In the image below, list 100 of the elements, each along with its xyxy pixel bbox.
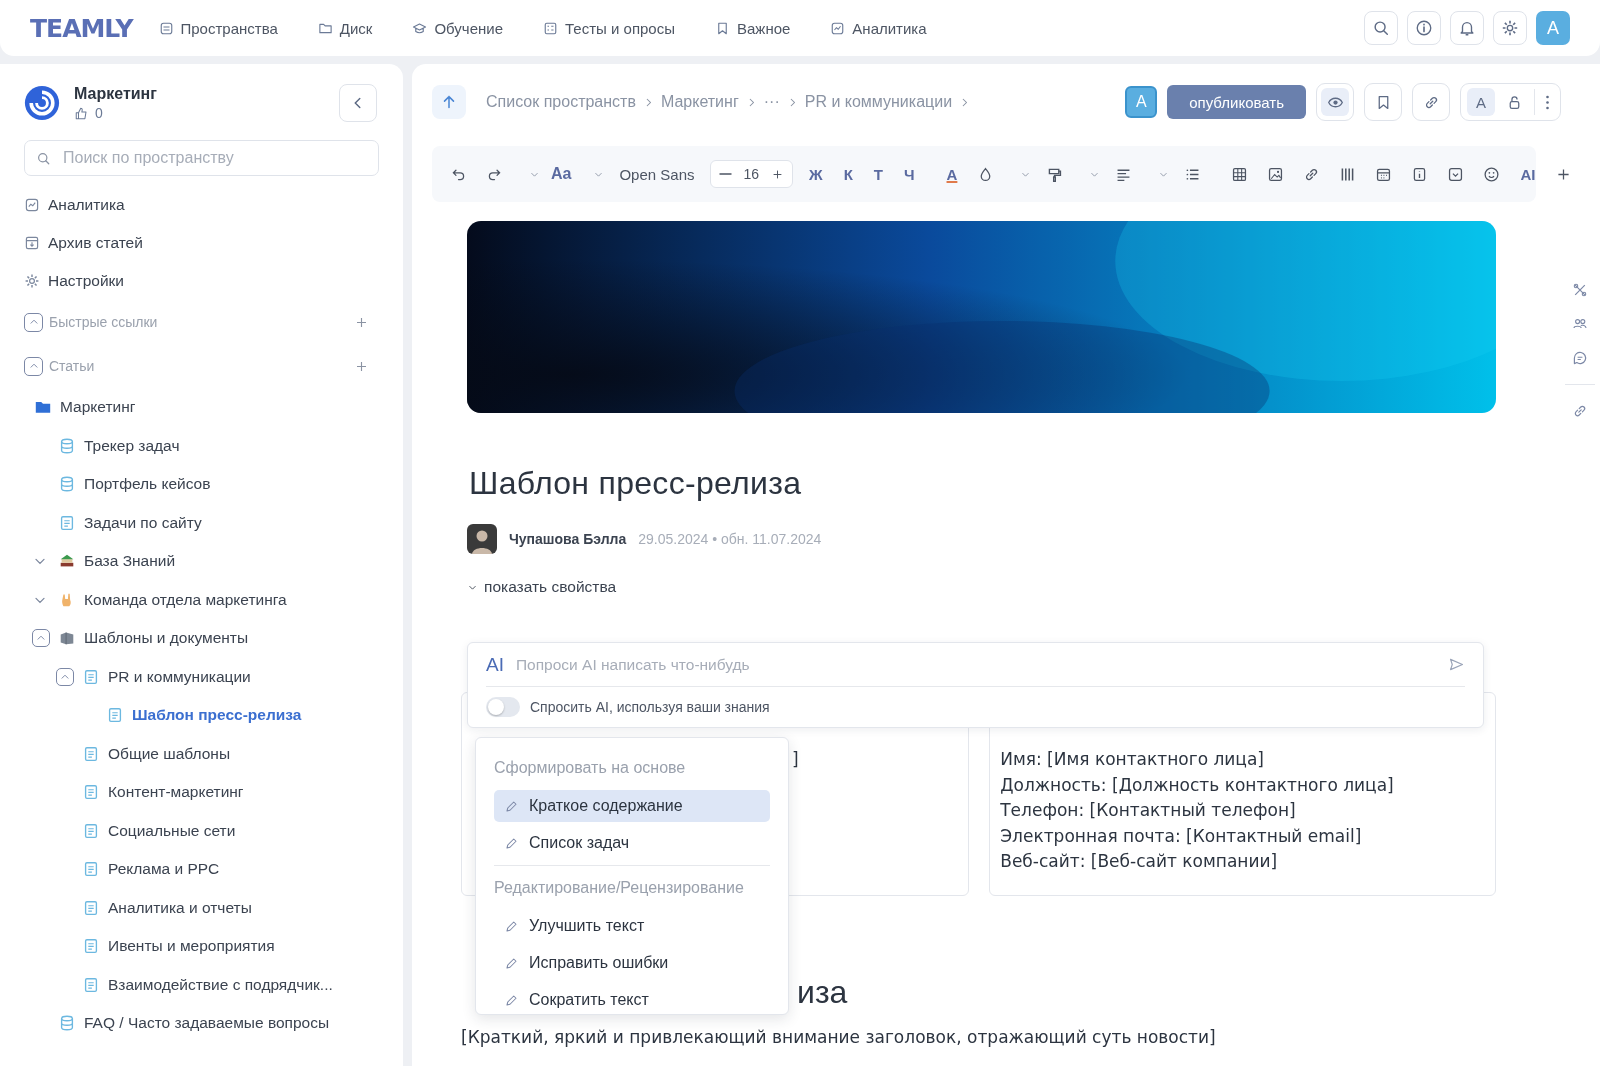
tree-item[interactable]: Аналитика и отчеты [108, 898, 252, 917]
link-icon [1572, 403, 1588, 419]
tree-item[interactable]: Ивенты и мероприятия [108, 937, 275, 956]
section-toggle[interactable] [24, 312, 43, 332]
menu-item[interactable]: Сократить текст [494, 984, 770, 1014]
tree-item[interactable]: База Знаний [84, 552, 176, 571]
menu-item[interactable]: Исправить ошибки [494, 947, 770, 979]
format-button[interactable]: Т [868, 165, 888, 183]
contact-line: Электронная почта: [Контактный email] [1000, 824, 1363, 848]
menu-item[interactable]: Улучшить текст [494, 910, 770, 942]
tree-item[interactable]: Маркетинг [60, 398, 136, 417]
settings-button[interactable] [1493, 11, 1527, 45]
link-button[interactable] [1412, 83, 1450, 121]
ai-prompt-field[interactable]: Попроси AI написать что-нибудь [513, 654, 1438, 675]
menu-item[interactable]: Краткое содержание [494, 790, 770, 822]
tree-item[interactable]: Общие шаблоны [108, 744, 231, 763]
tree-item[interactable]: Социальные сети [108, 821, 236, 840]
sidebar-link[interactable]: Архив статей [48, 234, 143, 252]
section-heading: иза [797, 974, 849, 1011]
page-icon [82, 821, 100, 840]
format-button[interactable]: Ж [804, 165, 828, 183]
page-icon [82, 937, 100, 956]
comments-button[interactable] [1572, 350, 1588, 366]
section-toggle[interactable] [24, 356, 43, 376]
database-icon [58, 1014, 76, 1033]
collapse-toggle[interactable] [32, 629, 50, 648]
page-icon [82, 744, 100, 763]
article-title: Шаблон пресс-релиза [469, 465, 803, 502]
nav-link[interactable]: Диск [339, 19, 373, 37]
toggle-label: Спросить AI, используя ваши знания [530, 699, 770, 715]
viewer-avatar[interactable]: A [1467, 88, 1495, 116]
image-icon [1267, 165, 1285, 183]
ai-label: AI [486, 653, 504, 676]
send-button[interactable] [1448, 656, 1465, 673]
page-icon [82, 667, 100, 686]
search-button[interactable] [1364, 11, 1398, 45]
tree-item[interactable]: Портфель кейсов [84, 475, 211, 494]
menu-group-title: Сформировать на основе [494, 758, 687, 778]
logo[interactable]: TEAMLY [30, 13, 133, 43]
page-icon [58, 513, 76, 532]
ai-button[interactable]: AI [1515, 165, 1541, 183]
notifications-button[interactable] [1450, 11, 1484, 45]
stack-icon [158, 20, 174, 36]
format-button[interactable]: Ч [899, 165, 920, 183]
nav-link[interactable]: Обучение [434, 19, 504, 37]
like-count: 0 [95, 105, 103, 121]
font-size-value[interactable]: 16 [743, 166, 760, 182]
page-icon [82, 975, 100, 994]
more-icon [1546, 93, 1549, 111]
tree-item[interactable]: Шаблоны и документы [84, 629, 249, 648]
pencil-icon [504, 955, 519, 971]
nav-link[interactable]: Тесты и опросы [565, 19, 675, 37]
up-button[interactable] [432, 85, 466, 119]
search-field[interactable]: Поиск по пространству [24, 140, 379, 176]
nav-link[interactable]: Пространства [180, 19, 278, 37]
show-properties-toggle[interactable]: показать свойства [467, 578, 617, 596]
database-icon [58, 475, 76, 494]
format-button[interactable]: К [838, 165, 858, 183]
tree-item[interactable]: FAQ / Часто задаваемые вопросы [84, 1014, 330, 1033]
tree-item[interactable]: Взаимодействие с подрядчик... [108, 975, 333, 994]
settings-icon [24, 273, 40, 289]
menu-item[interactable]: Список задач [494, 827, 770, 859]
section-title: Статьи [49, 358, 95, 374]
visibility-button[interactable] [1316, 83, 1354, 121]
author-avatar [467, 524, 497, 554]
tree-item[interactable]: PR и коммуникации [108, 667, 251, 686]
tree-item[interactable]: Трекер задач [84, 436, 180, 455]
chart-icon [24, 197, 40, 213]
bookmark-icon [715, 20, 730, 36]
nav-link[interactable]: Аналитика [852, 19, 927, 37]
chart-icon [830, 20, 846, 36]
contact-line: Имя: [Имя контактного лица] [1000, 748, 1265, 771]
collapse-toggle[interactable] [56, 667, 74, 686]
author-name[interactable]: Чупашова Бэлла [509, 531, 627, 547]
pencil-icon [504, 798, 519, 814]
sidebar-link[interactable]: Аналитика [48, 196, 125, 214]
page-icon [82, 783, 100, 802]
page-icon [106, 706, 124, 725]
space-logo-icon [24, 85, 60, 121]
toggle-switch[interactable] [486, 697, 520, 717]
tree-item[interactable]: Реклама и PPC [108, 860, 220, 879]
font-select[interactable]: Open Sans [615, 165, 699, 183]
text-color-button[interactable]: A [941, 165, 963, 183]
publish-button[interactable]: опубликовать [1167, 85, 1306, 119]
sidebar-link[interactable]: Настройки [48, 272, 124, 290]
bookmark-button[interactable] [1364, 83, 1402, 121]
info-button[interactable] [1407, 11, 1441, 45]
send-icon [1448, 656, 1465, 673]
tree-item[interactable]: Контент-маркетинг [108, 783, 244, 802]
minus-icon [718, 173, 732, 175]
tree-item[interactable]: Задачи по сайту [84, 513, 202, 532]
tree-item[interactable]: Шаблон пресс-релиза [132, 706, 302, 725]
contact-line: Веб-сайт: [Веб-сайт компании] [1000, 850, 1279, 874]
text-style-button[interactable]: Aa [551, 165, 572, 183]
checkbox-icon [1447, 165, 1465, 183]
tree-item[interactable]: Команда отдела маркетинга [84, 590, 287, 609]
page-icon [82, 898, 100, 917]
nav-link[interactable]: Важное [737, 19, 791, 37]
space-name: Маркетинг [74, 85, 157, 103]
link-button[interactable] [1572, 403, 1588, 419]
